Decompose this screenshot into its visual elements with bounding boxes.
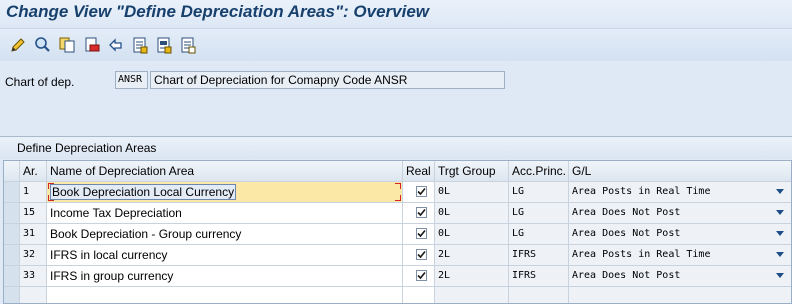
target-group-cell: 0L [435,203,509,224]
undo-icon[interactable] [107,36,125,54]
chevron-down-icon[interactable] [776,189,784,194]
acc-princ-cell: LG [509,224,569,245]
row-selector[interactable] [4,203,20,224]
name-cell[interactable]: Income Tax Depreciation [47,203,403,224]
gl-dropdown[interactable]: Area Does Not Post [569,203,791,224]
gl-value: Area Does Not Post [572,207,681,218]
row-selector[interactable] [4,245,20,266]
gl-dropdown[interactable]: Area Posts in Real Time [569,245,791,266]
empty-cell [47,287,403,303]
gl-value: Area Posts in Real Time [572,249,711,260]
empty-table-row [4,287,791,303]
area-cell: 1 [20,182,47,203]
focus-corner [395,183,401,189]
gl-dropdown[interactable]: Area Does Not Post [569,266,791,287]
title-bar: Change View "Define Depreciation Areas":… [0,0,792,28]
real-checkbox[interactable] [416,207,427,218]
area-cell: 33 [20,266,47,287]
real-cell [403,245,435,266]
name-cell-editing[interactable]: Book Depreciation Local Currency [47,182,403,203]
empty-cell [509,287,569,303]
real-checkbox[interactable] [416,186,427,197]
table-row: 33 IFRS in group currency 2L IFRS Area D… [4,266,791,287]
gl-value: Area Does Not Post [572,228,681,239]
select-all-column-header[interactable] [4,161,20,182]
delete-icon[interactable] [83,36,101,54]
target-group-cell: 2L [435,266,509,287]
focus-corner [395,195,401,201]
gl-value: Area Does Not Post [572,270,681,281]
depreciation-areas-panel: Define Depreciation Areas Ar. Name of De… [0,136,792,304]
area-cell: 32 [20,245,47,266]
column-header-real[interactable]: Real [403,161,435,182]
acc-princ-cell: IFRS [509,245,569,266]
area-cell: 15 [20,203,47,224]
empty-cell [435,287,509,303]
name-cell[interactable]: IFRS in local currency [47,245,403,266]
real-cell [403,224,435,245]
focus-corner [48,183,54,189]
real-checkbox[interactable] [416,270,427,281]
table-row: 1 Book Depreciation Local Currency 0L LG… [4,182,791,203]
row-selector[interactable] [4,287,20,303]
chart-code-field: ANSR [115,71,148,89]
table-row: 31 Book Depreciation - Group currency 0L… [4,224,791,245]
chevron-down-icon[interactable] [776,273,784,278]
row-selector[interactable] [4,266,20,287]
column-header-target-group[interactable]: Trgt Group [435,161,509,182]
name-cell-text[interactable]: Book Depreciation Local Currency [50,184,237,200]
acc-princ-cell: IFRS [509,266,569,287]
application-toolbar [0,28,792,62]
empty-cell [403,287,435,303]
select-block-icon[interactable] [155,36,173,54]
real-checkbox[interactable] [416,228,427,239]
real-cell [403,203,435,224]
target-group-cell: 0L [435,182,509,203]
focus-corner [48,195,54,201]
table-row: 32 IFRS in local currency 2L IFRS Area P… [4,245,791,266]
name-cell[interactable]: Book Depreciation - Group currency [47,224,403,245]
chart-of-dep-label: Chart of dep. [5,75,75,89]
row-selector[interactable] [4,224,20,245]
column-header-gl[interactable]: G/L [569,161,791,182]
panel-header: Define Depreciation Areas [0,137,792,159]
target-group-cell: 2L [435,245,509,266]
chevron-down-icon[interactable] [776,210,784,215]
acc-princ-cell: LG [509,203,569,224]
display-change-icon[interactable] [34,36,52,54]
table-row: 15 Income Tax Depreciation 0L LG Area Do… [4,203,791,224]
select-all-icon[interactable] [131,36,149,54]
gl-dropdown[interactable]: Area Does Not Post [569,224,791,245]
copy-icon[interactable] [58,36,76,54]
gl-value: Area Posts in Real Time [572,186,711,197]
gl-dropdown[interactable]: Area Posts in Real Time [569,182,791,203]
chart-description-field: Chart of Depreciation for Comapny Code A… [150,71,505,89]
page-title: Change View "Define Depreciation Areas":… [6,2,429,21]
empty-cell [20,287,47,303]
real-cell [403,182,435,203]
depreciation-areas-table: Ar. Name of Depreciation Area Real Trgt … [3,160,792,304]
edit-icon[interactable] [9,36,27,54]
empty-cell [569,287,791,303]
column-header-acc-princ[interactable]: Acc.Princ. [509,161,569,182]
row-selector[interactable] [4,182,20,203]
table-header-row: Ar. Name of Depreciation Area Real Trgt … [4,161,791,182]
column-header-area[interactable]: Ar. [20,161,47,182]
name-cell[interactable]: IFRS in group currency [47,266,403,287]
column-header-name[interactable]: Name of Depreciation Area [47,161,403,182]
chevron-down-icon[interactable] [776,252,784,257]
acc-princ-cell: LG [509,182,569,203]
chevron-down-icon[interactable] [776,231,784,236]
real-checkbox[interactable] [416,249,427,260]
target-group-cell: 0L [435,224,509,245]
area-cell: 31 [20,224,47,245]
panel-title: Define Depreciation Areas [17,141,157,155]
deselect-all-icon[interactable] [179,36,197,54]
real-cell [403,266,435,287]
